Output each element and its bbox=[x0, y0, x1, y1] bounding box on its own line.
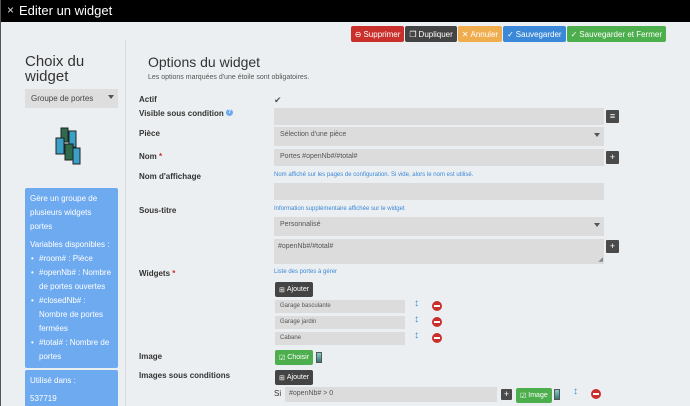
widget-choice-column: Choix du widget Groupe de portes Gère un… bbox=[1, 40, 126, 406]
door-group-icon bbox=[55, 127, 81, 165]
used-in-value[interactable]: 537719 bbox=[30, 392, 113, 406]
soustitre-select[interactable]: Personnalisé bbox=[274, 217, 604, 236]
condition-input[interactable]: #openNb# > 0 bbox=[285, 387, 497, 402]
variable-item: #openNb# : Nombre de portes ouvertes bbox=[30, 266, 113, 294]
used-in-box: Utilisé dans : 537719 bbox=[25, 370, 118, 406]
piece-label: Pièce bbox=[139, 129, 160, 138]
reorder-arrows-icon[interactable]: ↕ bbox=[414, 330, 419, 341]
chevron-down-icon bbox=[594, 133, 600, 137]
modal-title: Editer un widget bbox=[19, 3, 113, 18]
remove-icon[interactable] bbox=[432, 301, 442, 311]
save-button[interactable]: ✓ Sauvegarder bbox=[503, 26, 566, 42]
variable-item: #closedNb# : Nombre de portes fermées bbox=[30, 294, 113, 336]
choose-image-button[interactable]: ☑ Choisir bbox=[275, 350, 314, 365]
variable-item: #total# : Nombre de portes bbox=[30, 336, 113, 364]
check-circle-icon: ✓ bbox=[507, 29, 514, 39]
options-title: Options du widget bbox=[148, 54, 261, 70]
widget-row[interactable]: Garage basculante bbox=[275, 300, 405, 313]
check-circle-icon: ✓ bbox=[570, 29, 578, 39]
chevron-down-icon bbox=[108, 95, 114, 99]
variables-title: Variables disponibles : bbox=[30, 240, 110, 249]
variables-box: Variables disponibles : #room# : Pièce #… bbox=[25, 234, 118, 368]
check-square-icon: ☑ bbox=[279, 354, 286, 362]
remove-icon[interactable] bbox=[432, 317, 442, 327]
remove-icon[interactable] bbox=[432, 333, 442, 343]
cancel-button[interactable]: ✕ Annuler bbox=[457, 26, 503, 42]
close-icon[interactable]: × bbox=[7, 3, 14, 17]
close-icon: ✕ bbox=[461, 29, 469, 39]
minus-circle-icon: ⊖ bbox=[354, 29, 362, 39]
plus-icon: ⊞ bbox=[279, 374, 285, 382]
widget-editor-modal: × Editer un widget ⊖ Supprimer ❐ Dupliquer… bbox=[0, 0, 690, 406]
visible-condition-input[interactable] bbox=[274, 108, 604, 125]
options-subtitle: Les options marquées d'une étoile sont o… bbox=[148, 74, 310, 81]
save-and-close-button[interactable]: ✓ Sauvegarder et Fermer bbox=[566, 26, 666, 42]
modal-titlebar: × Editer un widget bbox=[1, 0, 690, 22]
chevron-down-icon bbox=[594, 223, 600, 227]
widget-description-box: Gère un groupe de plusieurs widgets port… bbox=[25, 188, 118, 238]
soustitre-textarea[interactable]: #openNb#/#total# ◢ bbox=[274, 239, 604, 264]
soustitre-label: Sous-titre bbox=[139, 206, 177, 215]
list-icon[interactable]: ≡ bbox=[606, 110, 619, 123]
duplicate-button[interactable]: ❐ Dupliquer bbox=[405, 26, 457, 42]
images-conditions-label: Images sous conditions bbox=[139, 371, 231, 380]
delete-button[interactable]: ⊖ Supprimer bbox=[350, 26, 405, 42]
visible-condition-label: Visible sous condition ? bbox=[139, 109, 233, 118]
help-icon[interactable]: ? bbox=[226, 109, 233, 116]
widget-row[interactable]: Garage jardin bbox=[275, 316, 405, 329]
plus-icon: ⊞ bbox=[279, 286, 285, 294]
condition-image-button[interactable]: ☑ Image bbox=[516, 388, 552, 403]
nom-label: Nom * bbox=[139, 152, 163, 161]
plus-icon[interactable]: + bbox=[501, 389, 512, 400]
action-toolbar: ⊖ Supprimer ❐ Dupliquer ✕ Annuler ✓ Sauvegar… bbox=[350, 26, 666, 42]
widget-row[interactable]: Cabane bbox=[275, 332, 405, 345]
check-square-icon: ☑ bbox=[520, 392, 527, 400]
image-label: Image bbox=[139, 352, 163, 361]
affichage-input[interactable] bbox=[274, 183, 604, 200]
affichage-help: Nom affiché sur les pages de configurati… bbox=[274, 172, 474, 178]
actif-label: Actif bbox=[139, 95, 157, 104]
copy-icon: ❐ bbox=[409, 29, 417, 39]
condition-image-preview-icon bbox=[554, 389, 560, 400]
widgets-label: Widgets * bbox=[139, 269, 176, 278]
nom-input[interactable]: Portes #openNb#/#total# bbox=[274, 149, 604, 166]
si-label: Si bbox=[274, 389, 282, 398]
reorder-arrows-icon[interactable]: ↕ bbox=[414, 298, 419, 309]
reorder-arrows-icon[interactable]: ↕ bbox=[414, 314, 419, 325]
soustitre-help: Information supplémentaire affichée sur … bbox=[274, 206, 405, 212]
reorder-arrows-icon[interactable]: ↕ bbox=[573, 386, 578, 397]
add-condition-button[interactable]: ⊞ Ajouter bbox=[275, 370, 314, 385]
used-in-title: Utilisé dans : bbox=[30, 376, 76, 385]
piece-select[interactable]: Sélection d'une pièce bbox=[274, 127, 604, 146]
remove-icon[interactable] bbox=[591, 389, 601, 399]
plus-icon[interactable]: + bbox=[606, 240, 619, 253]
affichage-label: Nom d'affichage bbox=[139, 172, 201, 181]
add-widget-button[interactable]: ⊞ Ajouter bbox=[275, 282, 314, 297]
actif-checkbox[interactable]: ✔ bbox=[274, 95, 282, 106]
resize-grip-icon[interactable]: ◢ bbox=[598, 256, 603, 263]
widget-description: Gère un groupe de plusieurs widgets port… bbox=[30, 194, 98, 231]
plus-icon[interactable]: + bbox=[606, 151, 619, 164]
image-preview-icon bbox=[316, 352, 322, 363]
widget-type-select[interactable]: Groupe de portes bbox=[25, 89, 118, 108]
left-title: Choix du widget bbox=[25, 53, 85, 85]
variable-item: #room# : Pièce bbox=[30, 252, 113, 266]
widgets-help: Liste des portes à gérer bbox=[274, 269, 338, 275]
